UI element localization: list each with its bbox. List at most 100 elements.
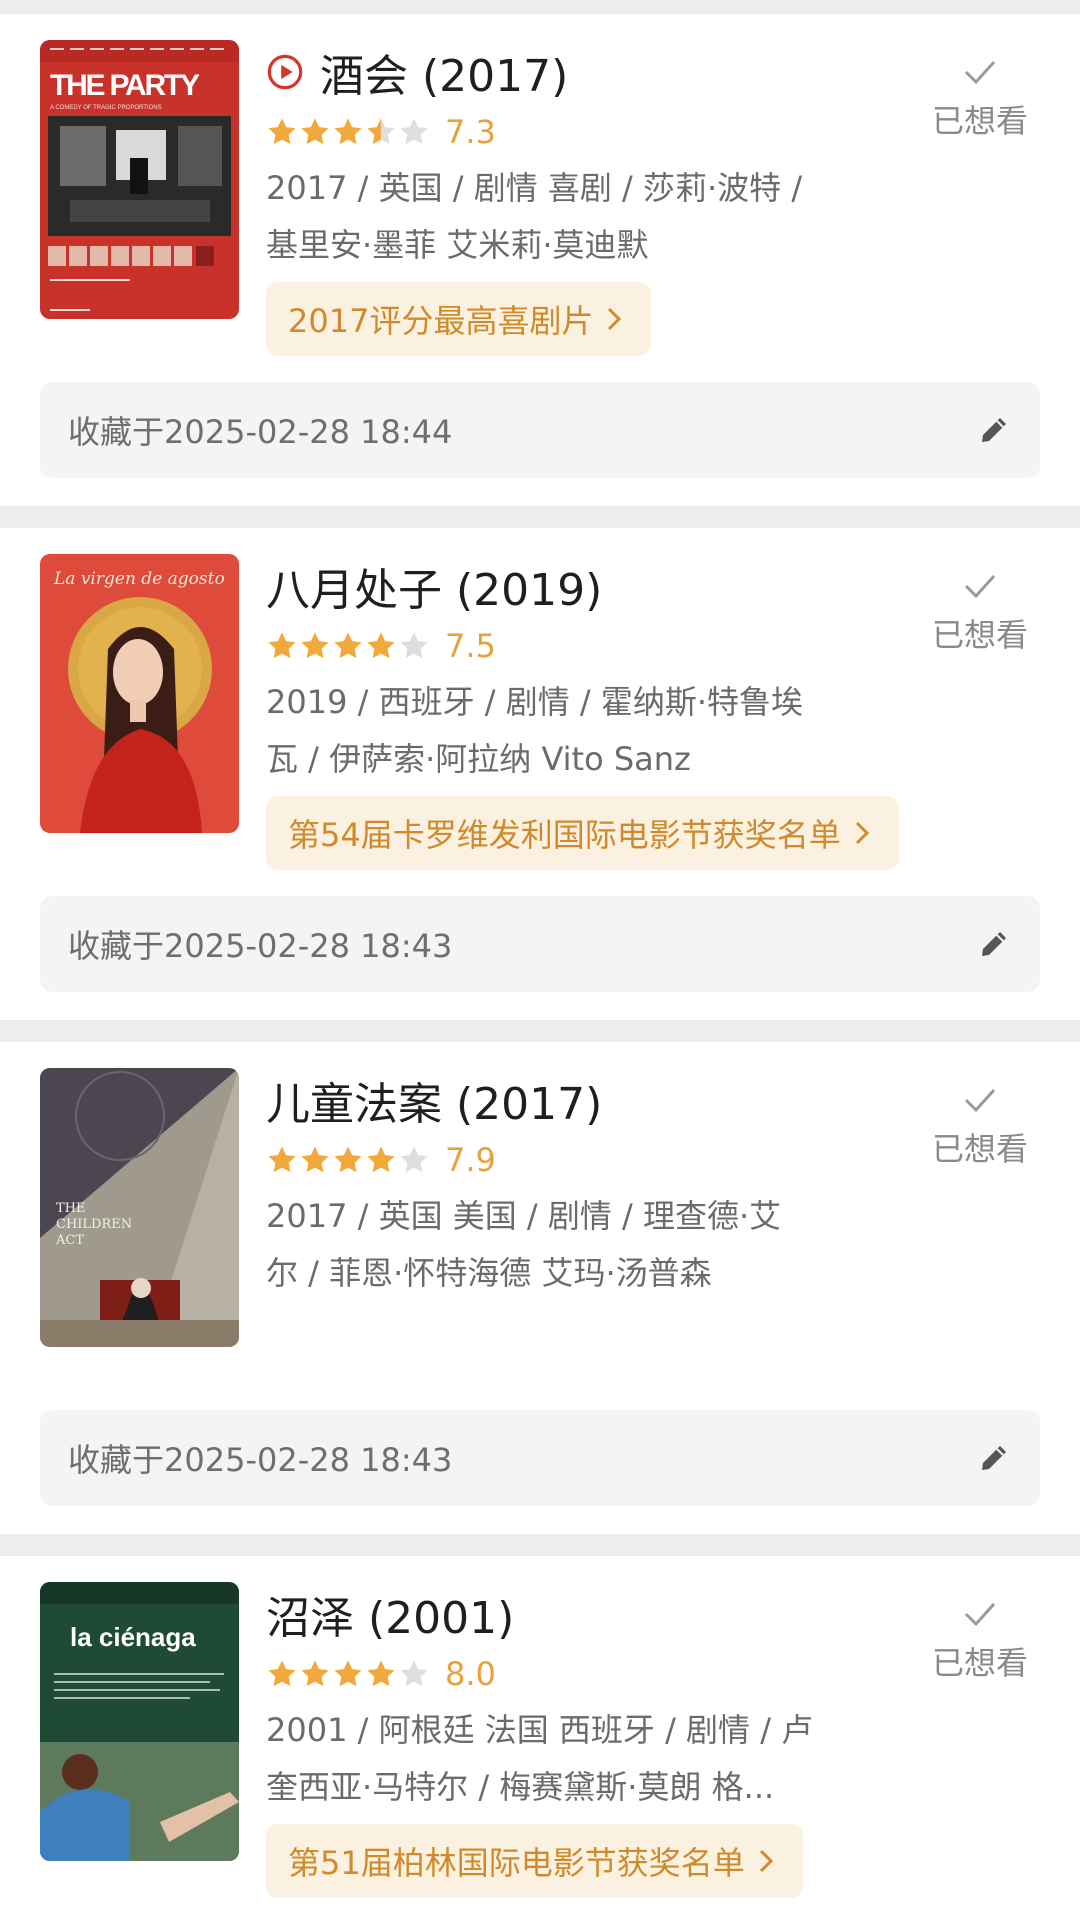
movie-title[interactable]: 八月处子 (2019)	[266, 554, 602, 618]
ranking-tag-label: 2017评分最高喜剧片	[288, 302, 594, 340]
movie-card[interactable]: La virgen de agosto 八月处子 (2019) 7.5 2019 …	[0, 528, 1080, 1020]
svg-text:CHILDREN: CHILDREN	[56, 1217, 132, 1232]
star-icon	[301, 1660, 329, 1687]
movie-card[interactable]: THE CHILDREN ACT 儿童法案 (2017) 7.9 2017 / 英…	[0, 1042, 1080, 1534]
svg-text:THE PARTY: THE PARTY	[50, 69, 200, 102]
movie-card-body[interactable]: THE PARTY A COMEDY OF TRAGIC PROPORTIONS…	[0, 14, 1080, 384]
movie-info: 八月处子 (2019) 7.5 2019 / 西班牙 / 剧情 / 霍纳斯·特鲁埃…	[266, 554, 866, 788]
collected-time: 收藏于2025-02-28 18:43	[68, 927, 453, 965]
star-icon	[268, 1660, 296, 1687]
svg-text:ACT: ACT	[55, 1233, 84, 1248]
movie-info: 沼泽 (2001) 8.0 2001 / 阿根廷 法国 西班牙 / 剧情 / 卢奎…	[266, 1582, 866, 1816]
card-footer-space	[0, 480, 1080, 506]
rating-score: 8.0	[445, 1655, 496, 1693]
movie-poster[interactable]: THE PARTY A COMEDY OF TRAGIC PROPORTIONS	[40, 40, 239, 319]
rating-score: 7.5	[445, 627, 496, 665]
movie-list: THE PARTY A COMEDY OF TRAGIC PROPORTIONS…	[0, 0, 1080, 1923]
star-icon	[301, 1146, 329, 1173]
star-icon	[367, 1660, 395, 1687]
star-icon	[334, 632, 362, 659]
checkmark-icon	[964, 60, 996, 85]
collected-bar: 收藏于2025-02-28 18:43	[40, 896, 1040, 992]
checkmark-icon	[964, 1088, 996, 1113]
star-rating	[266, 1658, 431, 1690]
rating-row: 7.9	[266, 1136, 866, 1184]
rating-score: 7.3	[445, 113, 496, 151]
star-icon	[367, 632, 395, 659]
card-footer-space	[0, 994, 1080, 1020]
meta-line: 2017 / 英国 美国 / 剧情 / 理查德·艾	[266, 1197, 782, 1235]
star-icon	[268, 118, 296, 145]
wish-status-label: 已想看	[931, 616, 1028, 654]
pencil-icon[interactable]	[978, 414, 1010, 446]
movie-meta: 2001 / 阿根廷 法国 西班牙 / 剧情 / 卢奎西亚·马特尔 / 梅赛黛斯…	[266, 1702, 866, 1816]
star-rating	[266, 116, 431, 148]
checkmark-icon	[964, 574, 996, 599]
star-icon	[268, 632, 296, 659]
wish-status-label: 已想看	[931, 102, 1028, 140]
meta-line: 奎西亚·马特尔 / 梅赛黛斯·莫朗 格...	[266, 1768, 775, 1806]
movie-info: 酒会 (2017) 7.3 2017 / 英国 / 剧情 喜剧 / 莎莉·波特 /…	[266, 40, 866, 274]
collected-bar: 收藏于2025-02-28 18:43	[40, 1410, 1040, 1506]
ranking-tag[interactable]: 第54届卡罗维发利国际电影节获奖名单	[266, 796, 899, 870]
movie-card-body[interactable]: la ciénaga 沼泽 (2001) 8.0 2001 / 阿根廷 法国 西班…	[0, 1556, 1080, 1923]
star-rating	[266, 630, 431, 662]
collected-time: 收藏于2025-02-28 18:44	[68, 413, 453, 451]
play-icon[interactable]	[266, 53, 304, 91]
wish-status-button[interactable]: 已想看	[920, 56, 1040, 142]
pencil-icon[interactable]	[978, 1442, 1010, 1474]
movie-card-body[interactable]: La virgen de agosto 八月处子 (2019) 7.5 2019 …	[0, 528, 1080, 898]
meta-line: 2017 / 英国 / 剧情 喜剧 / 莎莉·波特 /	[266, 169, 803, 207]
pencil-icon[interactable]	[978, 928, 1010, 960]
card-footer-space	[0, 1508, 1080, 1534]
movie-title[interactable]: 儿童法案 (2017)	[266, 1068, 602, 1132]
movie-title[interactable]: 沼泽 (2001)	[266, 1582, 514, 1646]
svg-text:A COMEDY OF TRAGIC PROPORTIONS: A COMEDY OF TRAGIC PROPORTIONS	[50, 105, 162, 111]
star-icon	[334, 118, 362, 145]
title-row: 八月处子 (2019)	[266, 554, 866, 618]
wish-status-label: 已想看	[931, 1644, 1028, 1682]
checkmark-icon	[964, 1602, 996, 1627]
movie-meta: 2017 / 英国 / 剧情 喜剧 / 莎莉·波特 / 基里安·墨菲 艾米莉·莫迪…	[266, 160, 866, 274]
rating-row: 8.0	[266, 1650, 866, 1698]
svg-text:THE: THE	[56, 1201, 86, 1216]
collected-time: 收藏于2025-02-28 18:43	[68, 1441, 453, 1479]
wish-status-label: 已想看	[931, 1130, 1028, 1168]
title-row: 沼泽 (2001)	[266, 1582, 866, 1646]
movie-meta: 2017 / 英国 美国 / 剧情 / 理查德·艾尔 / 菲恩·怀特海德 艾玛·…	[266, 1188, 866, 1302]
star-icon	[400, 1660, 428, 1687]
star-icon	[400, 632, 428, 659]
movie-poster[interactable]: THE CHILDREN ACT	[40, 1068, 239, 1347]
rating-row: 7.5	[266, 622, 866, 670]
svg-text:la ciénaga: la ciénaga	[70, 1622, 196, 1652]
movie-poster[interactable]: La virgen de agosto	[40, 554, 239, 833]
wish-status-button[interactable]: 已想看	[920, 1598, 1040, 1684]
movie-poster[interactable]: la ciénaga	[40, 1582, 239, 1861]
ranking-tag[interactable]: 第51届柏林国际电影节获奖名单	[266, 1824, 803, 1898]
chevron-right-icon	[855, 821, 869, 845]
star-icon	[400, 1146, 428, 1173]
meta-line: 2019 / 西班牙 / 剧情 / 霍纳斯·特鲁埃	[266, 683, 803, 721]
star-icon	[301, 118, 329, 145]
rating-row: 7.3	[266, 108, 866, 156]
meta-line: 2001 / 阿根廷 法国 西班牙 / 剧情 / 卢	[266, 1711, 814, 1749]
movie-card[interactable]: la ciénaga 沼泽 (2001) 8.0 2001 / 阿根廷 法国 西班…	[0, 1556, 1080, 1923]
star-icon	[367, 118, 395, 145]
movie-card-body[interactable]: THE CHILDREN ACT 儿童法案 (2017) 7.9 2017 / 英…	[0, 1042, 1080, 1412]
star-icon	[367, 1146, 395, 1173]
title-row: 儿童法案 (2017)	[266, 1068, 866, 1132]
meta-line: 尔 / 菲恩·怀特海德 艾玛·汤普森	[266, 1254, 712, 1292]
star-icon	[400, 118, 428, 145]
wish-status-button[interactable]: 已想看	[920, 570, 1040, 656]
svg-text:La virgen de agosto: La virgen de agosto	[53, 569, 225, 589]
ranking-tag[interactable]: 2017评分最高喜剧片	[266, 282, 652, 356]
ranking-tag-label: 第54届卡罗维发利国际电影节获奖名单	[288, 816, 841, 854]
movie-card[interactable]: THE PARTY A COMEDY OF TRAGIC PROPORTIONS…	[0, 14, 1080, 506]
meta-line: 基里安·墨菲 艾米莉·莫迪默	[266, 226, 649, 264]
movie-title[interactable]: 酒会 (2017)	[320, 40, 568, 104]
wish-status-button[interactable]: 已想看	[920, 1084, 1040, 1170]
ranking-tag-label: 第51届柏林国际电影节获奖名单	[288, 1844, 745, 1882]
movie-info: 儿童法案 (2017) 7.9 2017 / 英国 美国 / 剧情 / 理查德·艾…	[266, 1068, 866, 1302]
star-rating	[266, 1144, 431, 1176]
star-icon	[301, 632, 329, 659]
